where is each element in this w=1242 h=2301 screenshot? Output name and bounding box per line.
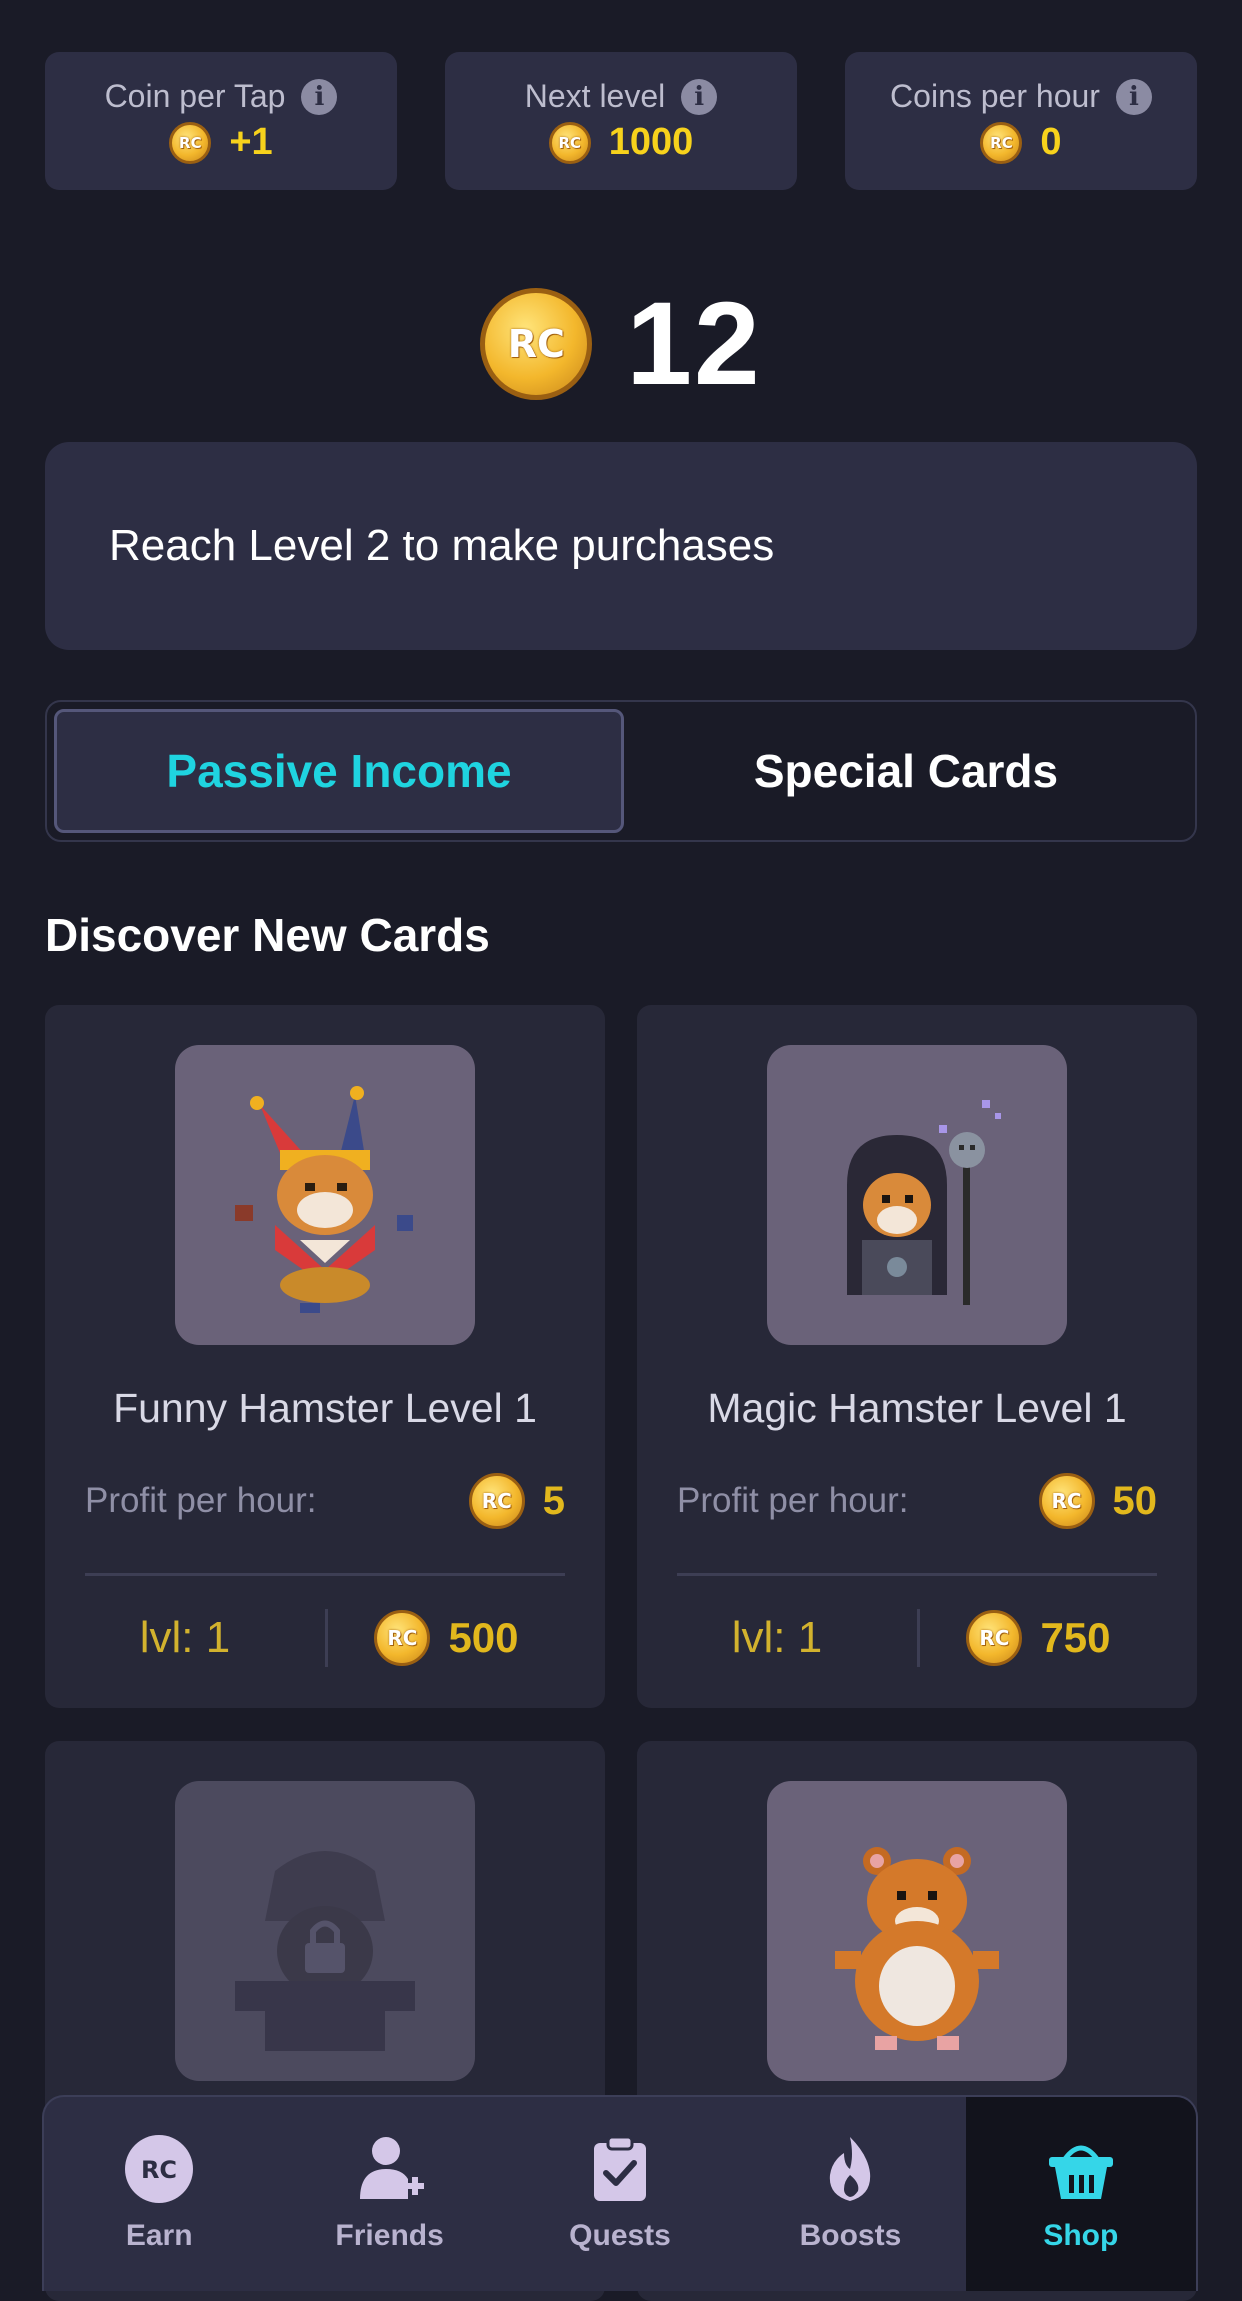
rc-coin-icon: RC xyxy=(966,1610,1023,1666)
card-image xyxy=(767,1045,1067,1345)
section-title: Discover New Cards xyxy=(45,909,490,961)
coin-per-tap-value: +1 xyxy=(229,121,273,163)
card-tabs: Passive Income Special Cards xyxy=(45,700,1197,842)
card-funny-hamster[interactable]: Funny Hamster Level 1 Profit per hour: R… xyxy=(45,1005,605,1708)
price-row: RC 750 xyxy=(920,1610,1197,1666)
coin-per-tap-label-row: Coin per Tap i xyxy=(105,78,338,115)
card-price: 750 xyxy=(1040,1614,1111,1661)
nav-label: Earn xyxy=(125,2219,193,2252)
profit-value: 50 xyxy=(1112,1478,1158,1523)
rc-coin-icon: RC xyxy=(117,2127,201,2211)
hamster-icon xyxy=(835,1847,999,2050)
card-level: lvl: 1 xyxy=(731,1613,823,1662)
coin-per-tap-value-row: RC +1 xyxy=(169,121,273,164)
nav-quests[interactable]: Quests xyxy=(505,2097,735,2291)
coin-per-tap-label: Coin per Tap xyxy=(104,78,286,114)
nav-label: Friends xyxy=(335,2219,444,2252)
nav-label: Boosts xyxy=(799,2219,902,2252)
card-level: lvl: 1 xyxy=(139,1613,231,1662)
divider xyxy=(677,1573,1157,1576)
card-footer: lvl: 1 RC 750 xyxy=(637,1603,1197,1673)
profit-row: Profit per hour: RC 50 xyxy=(677,1473,1157,1529)
balance: RC 12 xyxy=(0,276,1242,412)
stats-row: Coin per Tap i RC +1 Next level i RC 100… xyxy=(45,52,1197,190)
next-level-value: 1000 xyxy=(608,121,694,163)
nav-shop[interactable]: Shop xyxy=(965,2097,1196,2291)
nav-boosts[interactable]: Boosts xyxy=(735,2097,965,2291)
next-level-card: Next level i RC 1000 xyxy=(445,52,797,190)
nav-friends[interactable]: Friends xyxy=(274,2097,504,2291)
rc-coin-icon: RC xyxy=(468,1473,525,1529)
coins-per-hour-value-row: RC 0 xyxy=(980,121,1062,164)
balance-value: 12 xyxy=(626,278,762,410)
coins-per-hour-value: 0 xyxy=(1040,121,1062,163)
card-image xyxy=(175,1781,475,2081)
jester-hamster-icon xyxy=(235,1086,413,1313)
card-footer: lvl: 1 RC 500 xyxy=(45,1603,605,1673)
profit-label: Profit per hour: xyxy=(85,1481,317,1520)
tab-passive-income[interactable]: Passive Income xyxy=(54,709,624,833)
coins-per-hour-card: Coins per hour i RC 0 xyxy=(845,52,1197,190)
next-level-label: Next level xyxy=(524,78,666,114)
coin-per-tap-card: Coin per Tap i RC +1 xyxy=(45,52,397,190)
card-image xyxy=(767,1781,1067,2081)
card-name: Funny Hamster Level 1 xyxy=(113,1385,537,1431)
locked-hamster-icon xyxy=(235,1851,415,2051)
rc-coin-icon: RC xyxy=(169,121,212,164)
rc-coin-icon: RC xyxy=(548,121,591,164)
info-icon[interactable]: i xyxy=(681,78,718,115)
bottom-nav: RC Earn Friends Quests Boosts Shop xyxy=(42,2095,1198,2291)
coins-per-hour-label: Coins per hour xyxy=(890,78,1100,114)
rc-coin-icon: RC xyxy=(1038,1473,1095,1529)
nav-label: Shop xyxy=(1043,2219,1119,2252)
flame-icon xyxy=(808,2127,892,2211)
profit-value-row: RC 5 xyxy=(468,1473,565,1529)
clipboard-check-icon xyxy=(578,2127,662,2211)
price-row: RC 500 xyxy=(328,1610,605,1666)
rc-coin-icon: RC xyxy=(374,1610,431,1666)
rc-coin-icon: RC xyxy=(480,288,593,400)
nav-label: Quests xyxy=(569,2219,671,2252)
card-price: 500 xyxy=(448,1614,519,1661)
card-magic-hamster[interactable]: Magic Hamster Level 1 Profit per hour: R… xyxy=(637,1005,1197,1708)
card-image xyxy=(175,1045,475,1345)
rc-coin-icon: RC xyxy=(980,121,1023,164)
profit-row: Profit per hour: RC 5 xyxy=(85,1473,565,1529)
wizard-hamster-icon xyxy=(847,1100,1001,1305)
profit-label: Profit per hour: xyxy=(677,1481,909,1520)
info-icon[interactable]: i xyxy=(301,78,338,115)
add-user-icon xyxy=(348,2127,432,2211)
level-notice: Reach Level 2 to make purchases xyxy=(45,442,1197,650)
card-name: Magic Hamster Level 1 xyxy=(707,1385,1127,1431)
tab-special-cards[interactable]: Special Cards xyxy=(624,709,1188,833)
profit-value: 5 xyxy=(542,1478,565,1523)
next-level-value-row: RC 1000 xyxy=(548,121,694,164)
svg-text:RC: RC xyxy=(141,2156,177,2184)
basket-icon xyxy=(1039,2127,1123,2211)
next-level-label-row: Next level i xyxy=(525,78,718,115)
nav-earn[interactable]: RC Earn xyxy=(44,2097,274,2291)
divider xyxy=(85,1573,565,1576)
info-icon[interactable]: i xyxy=(1115,78,1152,115)
coins-per-hour-label-row: Coins per hour i xyxy=(890,78,1152,115)
profit-value-row: RC 50 xyxy=(1038,1473,1158,1529)
